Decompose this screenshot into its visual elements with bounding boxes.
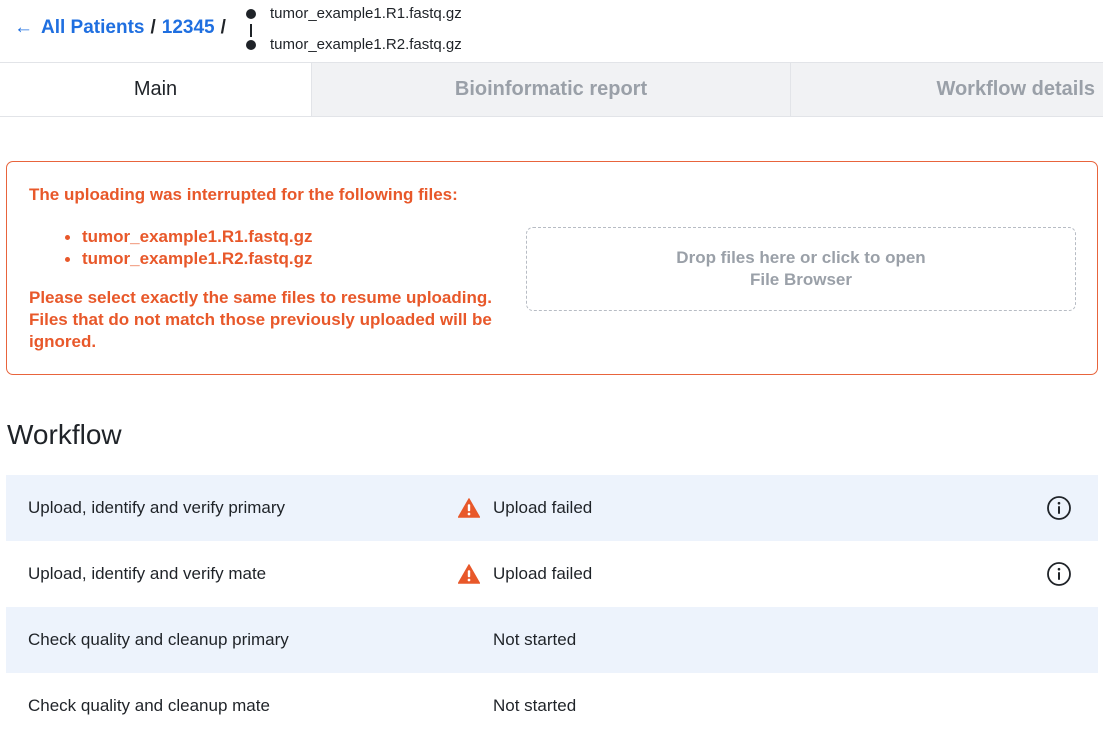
breadcrumb-all-patients[interactable]: All Patients (41, 17, 144, 39)
breadcrumb-files: tumor_example1.R1.fastq.gz tumor_example… (246, 3, 546, 59)
page-header: ← All Patients / 12345 / tumor_example1.… (0, 0, 1103, 62)
step-status: Not started (493, 630, 577, 649)
tab-bioinformatic-report[interactable]: Bioinformatic report (311, 63, 790, 116)
step-name: Upload, identify and verify primary (28, 498, 286, 517)
interrupted-file-list: tumor_example1.R1.fastq.gz tumor_example… (65, 226, 313, 270)
dot-icon (246, 8, 256, 19)
list-item: tumor_example1.R1.fastq.gz (65, 226, 313, 248)
table-row: Upload, identify and verify primary Uplo… (6, 475, 1098, 541)
table-row: Check quality and cleanup primary Not st… (6, 607, 1098, 673)
breadcrumb-file-r1: tumor_example1.R1.fastq.gz (246, 5, 462, 22)
info-icon[interactable] (1046, 561, 1072, 587)
warning-icon (458, 564, 480, 584)
tab-main[interactable]: Main (0, 63, 311, 116)
breadcrumb-file-label: tumor_example1.R1.fastq.gz (270, 5, 462, 22)
step-name: Upload, identify and verify mate (28, 564, 267, 583)
upload-interrupted-alert: The uploading was interrupted for the fo… (6, 161, 1098, 375)
warning-icon (458, 498, 480, 518)
breadcrumb-file-r2: tumor_example1.R2.fastq.gz (246, 36, 462, 53)
step-name: Check quality and cleanup mate (28, 696, 270, 715)
file-dropzone[interactable]: Drop files here or click to open File Br… (526, 227, 1076, 311)
dot-icon (246, 39, 256, 50)
breadcrumb: ← All Patients / 12345 / (14, 17, 232, 39)
table-row: Upload, identify and verify mate Upload … (6, 541, 1098, 607)
bullet-icon (65, 234, 70, 240)
dropzone-label: Drop files here or click to open File Br… (676, 248, 926, 289)
back-arrow-icon[interactable]: ← (14, 17, 33, 39)
info-icon[interactable] (1046, 495, 1072, 521)
tab-bar: Main Bioinformatic report Workflow detai… (0, 62, 1103, 117)
bullet-icon (65, 256, 70, 262)
step-name: Check quality and cleanup primary (28, 630, 289, 649)
alert-title: The uploading was interrupted for the fo… (29, 185, 458, 204)
interrupted-file-name: tumor_example1.R2.fastq.gz (82, 249, 313, 268)
table-row: Check quality and cleanup mate Not start… (6, 673, 1098, 739)
step-status: Upload failed (493, 498, 593, 517)
list-item: tumor_example1.R2.fastq.gz (65, 248, 313, 270)
workflow-title: Workflow (7, 419, 122, 450)
interrupted-file-name: tumor_example1.R1.fastq.gz (82, 227, 313, 246)
breadcrumb-file-label: tumor_example1.R2.fastq.gz (270, 36, 462, 53)
breadcrumb-separator: / (150, 17, 156, 38)
step-status: Upload failed (493, 564, 593, 583)
tab-workflow-details[interactable]: Workflow details (790, 63, 1103, 116)
step-status: Not started (493, 696, 577, 715)
breadcrumb-separator: / (220, 17, 226, 38)
workflow-table: Upload, identify and verify primary Uplo… (6, 475, 1098, 739)
breadcrumb-patient-id[interactable]: 12345 (162, 17, 215, 39)
alert-note: Please select exactly the same files to … (29, 288, 492, 351)
